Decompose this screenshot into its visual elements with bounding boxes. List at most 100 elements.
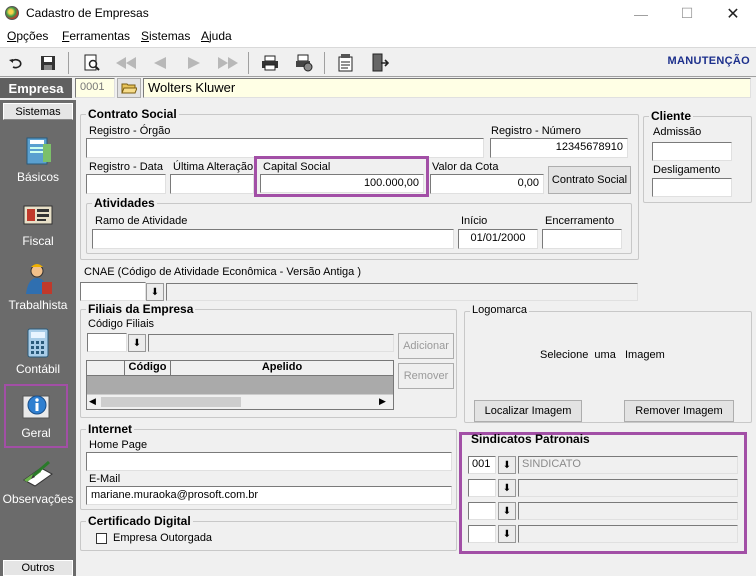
sidebar-item-geral[interactable]: Geral <box>4 384 68 448</box>
exit-icon[interactable] <box>368 51 392 75</box>
registro-data-field[interactable] <box>86 174 166 194</box>
sidebar-item-label: Contábil <box>15 362 61 376</box>
close-button[interactable]: ✕ <box>710 0 756 27</box>
empresa-code-field[interactable]: 0001 <box>75 78 115 98</box>
home-page-field[interactable] <box>86 452 452 471</box>
sidebar-tab-sistemas[interactable]: Sistemas <box>3 103 73 120</box>
sindicatos-title: Sindicatos Patronais <box>471 432 590 446</box>
admissao-field[interactable] <box>652 142 732 161</box>
empresa-label: Empresa <box>0 78 72 98</box>
sindicato-dropdown-button[interactable]: ⬇ <box>498 456 516 474</box>
menu-bar: Opções Ferramentas Sistemas Ajuda <box>0 27 756 47</box>
menu-sistemas[interactable]: Sistemas <box>141 29 190 43</box>
app-icon <box>5 6 19 20</box>
col-codigo[interactable]: Código <box>125 361 171 375</box>
window-title: Cadastro de Empresas <box>26 6 149 20</box>
calculator-icon <box>27 328 49 358</box>
codigo-filiais-dropdown-button[interactable]: ⬇ <box>128 334 146 352</box>
registro-numero-label: Registro - Número <box>491 125 581 137</box>
empresa-name-field[interactable]: Wolters Kluwer <box>143 78 751 98</box>
cliente-title: Cliente <box>649 109 694 123</box>
valor-cota-field[interactable]: 0,00 <box>430 174 544 194</box>
sidebar-item-contabil[interactable]: Contábil <box>2 322 74 384</box>
sidebar: Sistemas Básicos Fiscal Trabalhista Cont… <box>0 100 76 576</box>
menu-ajuda[interactable]: Ajuda <box>201 29 232 43</box>
sindicato-dropdown-button[interactable]: ⬇ <box>498 525 516 543</box>
previous-record-icon[interactable] <box>148 51 172 75</box>
email-field[interactable]: mariane.muraoka@prosoft.com.br <box>86 486 452 505</box>
sindicato-code-field[interactable] <box>468 479 496 497</box>
codigo-filiais-field[interactable] <box>87 333 127 352</box>
remover-imagem-button[interactable]: Remover Imagem <box>624 400 734 422</box>
tools-icon[interactable] <box>334 51 358 75</box>
folder-icon <box>121 83 137 94</box>
sindicato-code-field[interactable] <box>468 502 496 520</box>
sindicato-code-field[interactable]: 001 <box>468 456 496 474</box>
save-icon[interactable] <box>36 51 60 75</box>
inicio-label: Início <box>461 215 488 227</box>
sidebar-item-trabalhista[interactable]: Trabalhista <box>2 258 74 320</box>
mode-label: MANUTENÇÃO <box>667 55 750 67</box>
sidebar-item-label: Geral <box>21 426 51 440</box>
ultima-alteracao-field[interactable] <box>170 174 254 194</box>
remover-filial-button[interactable]: Remover <box>398 363 454 389</box>
adicionar-button[interactable]: Adicionar <box>398 333 454 359</box>
logomarca-placeholder: Selecione uma Imagem <box>540 349 665 361</box>
home-page-label: Home Page <box>89 439 148 451</box>
contrato-social-button[interactable]: Contrato Social <box>548 166 631 194</box>
inicio-field[interactable]: 01/01/2000 <box>458 229 538 249</box>
preview-icon[interactable] <box>80 51 104 75</box>
cnae-field[interactable] <box>80 282 146 301</box>
info-icon <box>22 395 50 419</box>
menu-opcoes[interactable]: Opções <box>7 29 48 43</box>
col-apelido[interactable]: Apelido <box>171 361 393 375</box>
encerramento-field[interactable] <box>542 229 622 249</box>
next-record-icon[interactable] <box>182 51 206 75</box>
notepad-icon <box>23 460 53 487</box>
scrollbar-thumb[interactable] <box>101 397 241 407</box>
first-record-icon[interactable] <box>114 51 138 75</box>
sidebar-item-fiscal[interactable]: Fiscal <box>2 194 74 256</box>
print-icon[interactable] <box>258 51 282 75</box>
registro-numero-field[interactable]: 12345678910 <box>490 138 628 158</box>
last-record-icon[interactable] <box>216 51 240 75</box>
scroll-left-icon[interactable]: ◀ <box>89 396 96 407</box>
filiais-horizontal-scrollbar[interactable]: ◀ ▶ <box>87 394 393 409</box>
certificado-title: Certificado Digital <box>86 514 193 528</box>
registro-orgao-label: Registro - Órgão <box>89 125 171 137</box>
capital-social-label: Capital Social <box>263 161 331 173</box>
cnae-dropdown-button[interactable]: ⬇ <box>146 283 164 301</box>
book-icon <box>26 137 51 165</box>
print-setup-icon[interactable] <box>292 51 316 75</box>
grid-row-selector <box>87 361 125 375</box>
desligamento-field[interactable] <box>652 178 732 197</box>
localizar-imagem-button[interactable]: Localizar Imagem <box>474 400 582 422</box>
filiais-grid[interactable]: Código Apelido ◀ ▶ <box>86 360 394 410</box>
sidebar-tab-outros[interactable]: Outros <box>3 560 73 576</box>
minimize-button[interactable]: — <box>618 0 664 27</box>
sidebar-item-label: Básicos <box>16 170 60 184</box>
sindicato-code-field[interactable] <box>468 525 496 543</box>
ultima-alteracao-label: Última Alteração <box>173 161 254 173</box>
capital-social-field[interactable]: 100.000,00 <box>260 174 424 193</box>
empresa-outorgada-checkbox[interactable] <box>96 533 107 544</box>
sindicato-dropdown-button[interactable]: ⬇ <box>498 502 516 520</box>
undo-icon[interactable] <box>4 51 28 75</box>
ramo-atividade-field[interactable] <box>92 229 454 249</box>
scroll-right-icon[interactable]: ▶ <box>379 396 386 407</box>
codigo-filiais-label: Código Filiais <box>88 318 155 330</box>
toolbar-separator <box>324 52 325 74</box>
open-folder-button[interactable] <box>117 78 141 98</box>
sidebar-item-observacoes[interactable]: Observações <box>2 452 74 514</box>
sindicato-name-field <box>518 502 738 520</box>
title-bar: Cadastro de Empresas — ☐ ✕ <box>0 0 756 27</box>
menu-ferramentas[interactable]: Ferramentas <box>62 29 130 43</box>
sidebar-item-basicos[interactable]: Básicos <box>2 130 74 192</box>
fiscal-icon <box>23 205 53 225</box>
cnae-description-field <box>166 283 638 301</box>
registro-orgao-field[interactable] <box>86 138 484 158</box>
filiais-title: Filiais da Empresa <box>86 302 196 316</box>
sindicato-dropdown-button[interactable]: ⬇ <box>498 479 516 497</box>
toolbar-separator <box>68 52 69 74</box>
maximize-button[interactable]: ☐ <box>664 0 710 27</box>
